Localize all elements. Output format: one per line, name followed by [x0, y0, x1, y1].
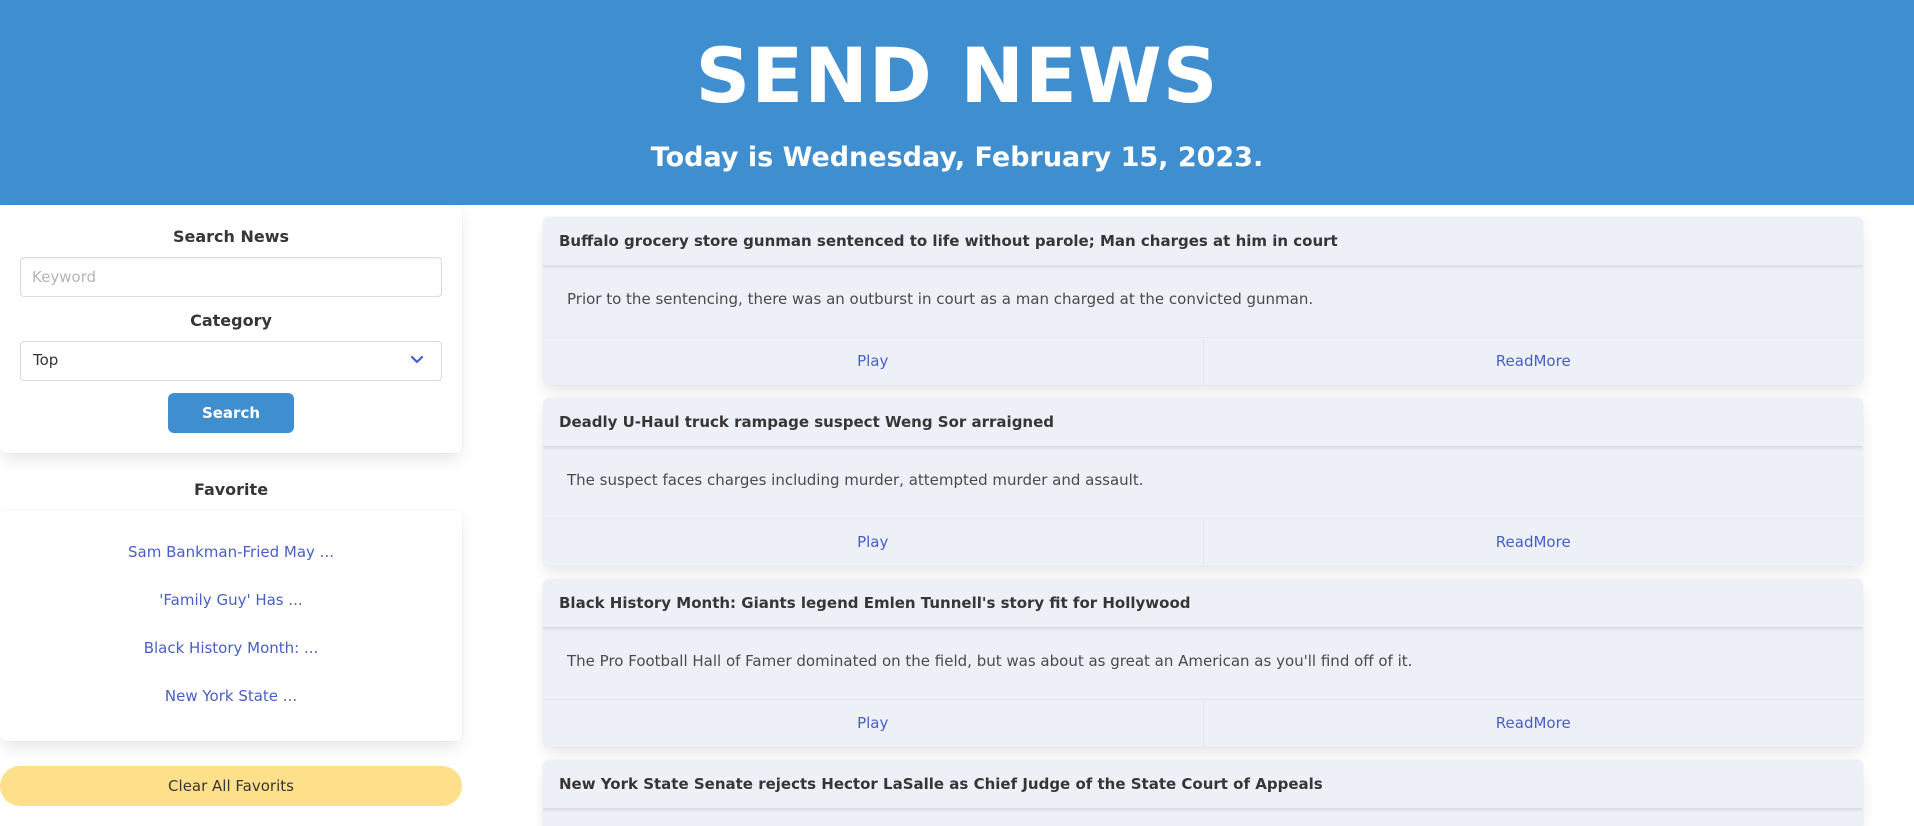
- news-summary: The Pro Football Hall of Famer dominated…: [567, 652, 1413, 670]
- play-button[interactable]: Play: [543, 519, 1203, 566]
- news-card: Deadly U-Haul truck rampage suspect Weng…: [543, 398, 1863, 566]
- category-label: Category: [190, 311, 272, 330]
- favorite-item[interactable]: Black History Month: ...: [0, 639, 462, 657]
- play-button[interactable]: Play: [543, 338, 1203, 385]
- readmore-link[interactable]: ReadMore: [1202, 519, 1864, 566]
- news-card-footer: Play ReadMore: [543, 337, 1863, 385]
- favorite-item[interactable]: Sam Bankman-Fried May ...: [0, 543, 462, 561]
- news-summary: The suspect faces charges including murd…: [567, 471, 1144, 489]
- news-title: Black History Month: Giants legend Emlen…: [543, 579, 1863, 627]
- page-header: SEND NEWS Today is Wednesday, February 1…: [0, 0, 1914, 205]
- news-card-footer: Play ReadMore: [543, 699, 1863, 747]
- search-heading: Search News: [172, 227, 290, 246]
- readmore-link[interactable]: ReadMore: [1202, 338, 1864, 385]
- news-card: Black History Month: Giants legend Emlen…: [543, 579, 1863, 747]
- site-title: SEND NEWS: [695, 31, 1219, 120]
- chevron-down-icon: [410, 355, 424, 364]
- favorite-heading: Favorite: [193, 480, 269, 499]
- category-selected-value: Top: [33, 351, 59, 369]
- search-button[interactable]: Search: [168, 393, 294, 433]
- category-select[interactable]: Top: [20, 341, 442, 381]
- news-title: Deadly U-Haul truck rampage suspect Weng…: [543, 398, 1863, 446]
- news-title: New York State Senate rejects Hector LaS…: [543, 760, 1863, 808]
- favorite-item[interactable]: 'Family Guy' Has ...: [0, 591, 462, 609]
- news-summary: Prior to the sentencing, there was an ou…: [567, 290, 1314, 308]
- news-card-footer: Play ReadMore: [543, 518, 1863, 566]
- play-button[interactable]: Play: [543, 700, 1203, 747]
- news-card: New York State Senate rejects Hector LaS…: [543, 760, 1863, 826]
- news-title: Buffalo grocery store gunman sentenced t…: [543, 217, 1863, 265]
- readmore-link[interactable]: ReadMore: [1202, 700, 1864, 747]
- clear-favorites-button[interactable]: Clear All Favorits: [0, 766, 462, 806]
- favorite-list: Sam Bankman-Fried May ... 'Family Guy' H…: [0, 510, 462, 741]
- favorite-item[interactable]: New York State ...: [0, 687, 462, 705]
- keyword-input[interactable]: [20, 257, 442, 297]
- news-card: Buffalo grocery store gunman sentenced t…: [543, 217, 1863, 385]
- date-subtitle: Today is Wednesday, February 15, 2023.: [650, 142, 1264, 173]
